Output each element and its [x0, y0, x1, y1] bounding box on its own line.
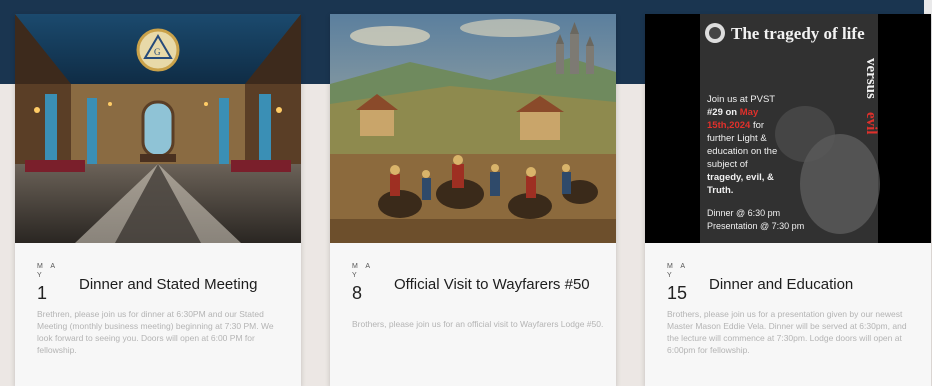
poster-line: education on the — [707, 146, 777, 157]
event-description: Brethren, please join us for dinner at 6… — [37, 309, 274, 355]
poster-line: Truth. — [707, 185, 733, 196]
tragedy-of-life-poster-image[interactable]: The tragedy of life versus evil Join us … — [645, 14, 931, 243]
event-day: 15 — [667, 283, 688, 303]
medieval-procession-image[interactable] — [330, 14, 616, 243]
poster-line: subject of — [707, 159, 748, 170]
masonic-lodge-room-image[interactable]: G — [15, 14, 301, 243]
poster-line: #29 on — [707, 107, 740, 118]
poster-line: Presentation @ 7:30 pm — [707, 221, 804, 231]
header-title-fragment — [396, 0, 556, 12]
event-date-2: M A Y 8 — [352, 262, 384, 304]
event-description: Brothers, please join us for a presentat… — [667, 309, 907, 355]
event-month: M A Y — [352, 263, 373, 279]
event-day: 8 — [352, 283, 363, 303]
poster-line: further Light & — [707, 133, 767, 144]
event-title-link[interactable]: Official Visit to Wayfarers #50 — [394, 276, 604, 294]
event-date-1: M A Y 1 — [37, 262, 69, 304]
event-card-3[interactable]: The tragedy of life versus evil Join us … — [645, 14, 931, 386]
poster-line: tragedy, evil, & — [707, 172, 774, 183]
poster-line: Join us at PVST — [707, 94, 775, 105]
event-day: 1 — [37, 283, 48, 303]
poster-line: May — [740, 107, 759, 118]
poster-line: Dinner @ 6:30 pm — [707, 208, 780, 218]
event-card-1[interactable]: G M A Y 1 Dinner and Stated Meeting Bret… — [15, 14, 301, 386]
event-title-link[interactable]: Dinner and Education — [709, 276, 919, 294]
event-title-link[interactable]: Dinner and Stated Meeting — [79, 276, 289, 294]
poster-line: 15th,2024 — [707, 120, 751, 131]
event-date-3: M A Y 15 — [667, 262, 699, 304]
svg-text:G: G — [154, 47, 161, 57]
poster-evil: evil — [863, 112, 879, 135]
event-card-2[interactable]: M A Y 8 Official Visit to Wayfarers #50 … — [330, 14, 616, 386]
svg-text:#29 on May: #29 on May — [707, 107, 759, 118]
poster-versus: versus — [863, 58, 879, 99]
event-month: M A Y — [667, 263, 688, 279]
poster-line: for — [750, 120, 764, 131]
svg-text:15th,2024 for: 15th,2024 for — [707, 120, 764, 131]
event-description: Brothers, please join us for an official… — [352, 319, 604, 329]
event-month: M A Y — [37, 263, 58, 279]
poster-title: The tragedy of life — [731, 24, 865, 43]
